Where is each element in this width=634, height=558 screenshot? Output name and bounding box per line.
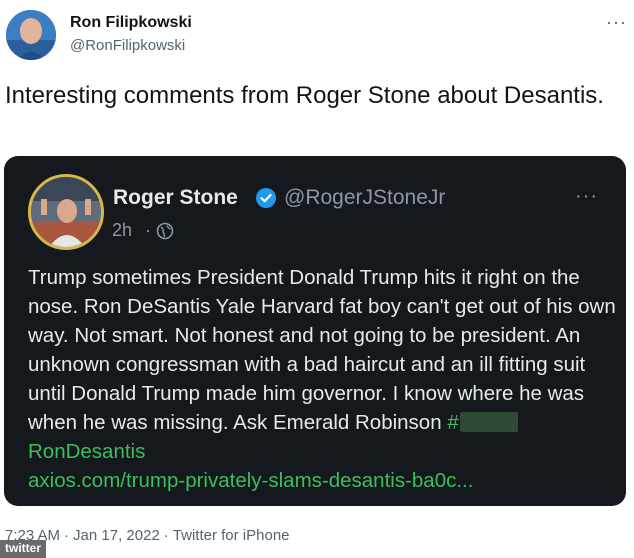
article-link[interactable]: axios.com/trump-privately-slams-desantis… bbox=[28, 469, 473, 492]
hashtag-prefix: # bbox=[447, 411, 459, 434]
post-source[interactable]: Twitter for iPhone bbox=[173, 527, 290, 544]
quoted-timestamp[interactable]: 2h bbox=[112, 220, 132, 241]
meta-separator: · bbox=[64, 527, 70, 544]
avatar-portrait bbox=[6, 10, 56, 60]
tweet-header: Ron Filipkowski @RonFilipkowski ··· bbox=[0, 0, 634, 66]
quoted-author-avatar[interactable] bbox=[28, 174, 104, 250]
tweet-meta: 7:23 AM · Jan 17, 2022 · Twitter for iPhone bbox=[5, 527, 290, 544]
twitter-watermark: twitter bbox=[0, 540, 46, 558]
redacted-block bbox=[459, 412, 518, 432]
author-avatar[interactable] bbox=[6, 10, 56, 60]
quoted-body-text: Trump sometimes President Donald Trump h… bbox=[28, 266, 616, 434]
quoted-author-name[interactable]: Roger Stone bbox=[113, 186, 238, 210]
quoted-tweet-card[interactable]: Roger Stone @RogerJStoneJr 2h · ··· Trum… bbox=[4, 156, 626, 506]
hashtag-text: RonDesantis bbox=[28, 440, 146, 463]
quoted-author-handle[interactable]: @RogerJStoneJr bbox=[284, 186, 445, 210]
verified-badge-icon bbox=[256, 188, 276, 208]
author-name[interactable]: Ron Filipkowski bbox=[70, 14, 192, 32]
more-options-icon[interactable]: ··· bbox=[606, 12, 627, 33]
author-handle[interactable]: @RonFilipkowski bbox=[70, 37, 185, 54]
meta-separator-2: · bbox=[163, 527, 169, 544]
post-date[interactable]: Jan 17, 2022 bbox=[73, 527, 160, 544]
quoted-avatar-portrait bbox=[31, 177, 101, 247]
quoted-more-options-icon[interactable]: ··· bbox=[575, 185, 598, 208]
quoted-separator: · bbox=[145, 220, 151, 240]
globe-icon bbox=[156, 222, 174, 240]
tweet-text: Interesting comments from Roger Stone ab… bbox=[5, 82, 604, 109]
quoted-tweet-body: Trump sometimes President Donald Trump h… bbox=[28, 263, 618, 495]
